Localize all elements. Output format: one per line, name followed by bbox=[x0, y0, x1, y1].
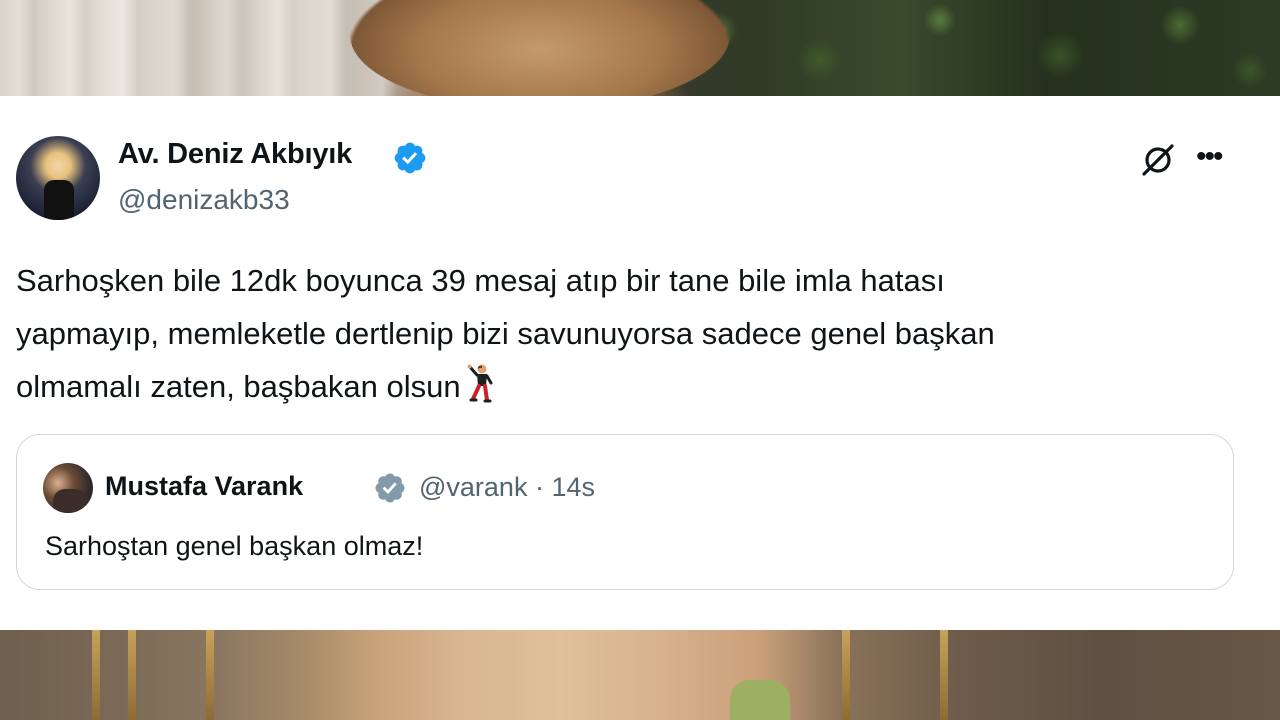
screenshot-stage: Av. Deniz Akbıyık @denizakb33 ••• Sarhoş… bbox=[0, 0, 1280, 720]
man-dancing-emoji-icon bbox=[467, 364, 493, 403]
author-avatar[interactable] bbox=[16, 136, 100, 220]
quoted-verified-badge-icon bbox=[375, 473, 405, 503]
author-handle[interactable]: @denizakb33 bbox=[118, 184, 290, 216]
background-chair-leg bbox=[206, 630, 214, 720]
grok-icon[interactable] bbox=[1138, 140, 1178, 180]
background-chair-leg bbox=[842, 630, 850, 720]
tweet-card[interactable]: Av. Deniz Akbıyık @denizakb33 ••• Sarhoş… bbox=[0, 96, 1280, 630]
background-chair-leg bbox=[92, 630, 100, 720]
tweet-text: Sarhoşken bile 12dk boyunca 39 mesaj atı… bbox=[16, 254, 1256, 413]
quoted-tweet-meta: @varank · 14s bbox=[419, 472, 595, 503]
verified-badge-icon bbox=[394, 142, 426, 174]
background-photo-bottom bbox=[0, 630, 1280, 720]
background-chair-leg bbox=[128, 630, 136, 720]
tweet-text-line: olmamalı zaten, başbakan olsun bbox=[16, 360, 1256, 413]
tweet-text-line: Sarhoşken bile 12dk boyunca 39 mesaj atı… bbox=[16, 263, 945, 298]
background-chair-leg bbox=[940, 630, 948, 720]
quoted-author-name[interactable]: Mustafa Varank bbox=[105, 471, 303, 502]
quoted-tweet-card[interactable]: Mustafa Varank @varank · 14s Sarhoştan g… bbox=[16, 434, 1234, 590]
tweet-text-line: yapmayıp, memleketle dertlenip bizi savu… bbox=[16, 316, 995, 351]
quoted-tweet-time[interactable]: 14s bbox=[551, 472, 595, 502]
meta-separator: · bbox=[534, 472, 544, 502]
background-dress-strap bbox=[730, 680, 790, 720]
background-foliage bbox=[680, 0, 1280, 96]
background-photo-top bbox=[0, 0, 1280, 110]
more-options-icon[interactable]: ••• bbox=[1196, 142, 1236, 172]
quoted-author-avatar[interactable] bbox=[43, 463, 93, 513]
author-name[interactable]: Av. Deniz Akbıyık bbox=[118, 138, 352, 171]
tweet-text-line-content: olmamalı zaten, başbakan olsun bbox=[16, 369, 461, 404]
quoted-tweet-text: Sarhoştan genel başkan olmaz! bbox=[45, 531, 424, 561]
quoted-author-handle[interactable]: @varank bbox=[419, 472, 527, 502]
